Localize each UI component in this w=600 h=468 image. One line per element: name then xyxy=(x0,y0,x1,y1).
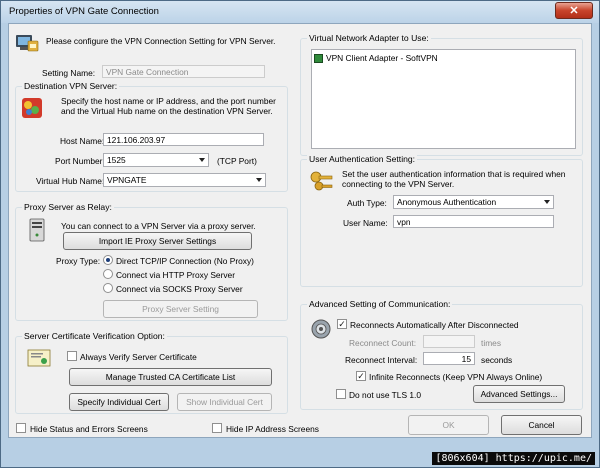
adapter-item-label: VPN Client Adapter - SoftVPN xyxy=(326,53,438,63)
proxy-server-icon xyxy=(28,218,46,242)
intro-text: Please configure the VPN Connection Sett… xyxy=(46,36,276,46)
user-name-input[interactable]: vpn xyxy=(393,215,554,228)
certificate-icon xyxy=(27,349,51,367)
reconnect-interval-input[interactable]: 15 xyxy=(423,352,475,365)
auth-group: User Authentication Setting: Set the use… xyxy=(300,154,583,287)
proxy-http-label: Connect via HTTP Proxy Server xyxy=(116,270,235,280)
auth-description: Set the user authentication information … xyxy=(342,169,566,189)
no-tls-checkbox[interactable] xyxy=(336,389,346,399)
auto-reconnect-label: Reconnects Automatically After Disconnec… xyxy=(350,320,519,330)
auth-type-value: Anonymous Authentication xyxy=(397,197,497,207)
title-bar[interactable]: Properties of VPN Gate Connection ✕ xyxy=(1,1,599,23)
proxy-direct-radio[interactable] xyxy=(103,255,113,265)
certificate-group: Server Certificate Verification Option: … xyxy=(15,331,288,414)
reconnect-interval-value: 15 xyxy=(461,354,471,364)
reconnect-count-label: Reconnect Count: xyxy=(349,338,417,348)
destination-group-title: Destination VPN Server: xyxy=(22,81,120,91)
hide-status-label: Hide Status and Errors Screens xyxy=(30,424,148,434)
infinite-reconnect-checkbox[interactable]: ✓ xyxy=(356,371,366,381)
destination-description: Specify the host name or IP address, and… xyxy=(61,96,276,116)
proxy-type-label: Proxy Type: xyxy=(56,256,101,266)
import-ie-proxy-button[interactable]: Import IE Proxy Server Settings xyxy=(63,232,252,250)
always-verify-label: Always Verify Server Certificate xyxy=(80,352,197,362)
manage-trusted-ca-button[interactable]: Manage Trusted CA Certificate List xyxy=(69,368,272,386)
cancel-button[interactable]: Cancel xyxy=(501,415,582,435)
destination-group: Destination VPN Server: Specify the host… xyxy=(15,81,288,192)
dialog-client-area: Please configure the VPN Connection Sett… xyxy=(8,23,592,438)
advanced-settings-button[interactable]: Advanced Settings... xyxy=(473,385,565,403)
auth-group-title: User Authentication Setting: xyxy=(307,154,418,164)
close-button[interactable]: ✕ xyxy=(555,2,593,19)
server-settings-icon xyxy=(21,97,43,119)
proxy-socks-label: Connect via SOCKS Proxy Server xyxy=(116,284,243,294)
keys-icon xyxy=(309,170,335,194)
proxy-group-title: Proxy Server as Relay: xyxy=(22,202,114,212)
auth-type-label: Auth Type: xyxy=(347,198,387,208)
gear-icon xyxy=(310,318,332,340)
watermark: [806x604] https://upic.me/ xyxy=(432,452,595,465)
virtual-hub-combo[interactable]: VPNGATE xyxy=(103,173,266,187)
reconnect-count-input[interactable] xyxy=(423,335,475,348)
vpn-connection-icon xyxy=(15,32,39,54)
specify-individual-cert-button[interactable]: Specify Individual Cert xyxy=(69,393,169,411)
hide-status-checkbox[interactable] xyxy=(16,423,26,433)
advanced-group-title: Advanced Setting of Communication: xyxy=(307,299,453,309)
proxy-socks-radio[interactable] xyxy=(103,283,113,293)
host-name-label: Host Name: xyxy=(60,136,105,146)
port-hint: (TCP Port) xyxy=(217,156,257,166)
proxy-http-radio[interactable] xyxy=(103,269,113,279)
hide-ip-checkbox[interactable] xyxy=(212,423,222,433)
adapter-group: Virtual Network Adapter to Use: VPN Clie… xyxy=(300,33,583,156)
proxy-server-setting-button[interactable]: Proxy Server Setting xyxy=(103,300,258,318)
no-tls-label: Do not use TLS 1.0 xyxy=(349,390,422,400)
setting-name-field[interactable]: VPN Gate Connection xyxy=(102,65,265,78)
show-individual-cert-button[interactable]: Show Individual Cert xyxy=(177,393,272,411)
host-name-input[interactable]: 121.106.203.97 xyxy=(103,133,264,146)
reconnect-interval-label: Reconnect Interval: xyxy=(345,355,418,365)
proxy-group: Proxy Server as Relay: You can connect t… xyxy=(15,202,288,321)
certificate-group-title: Server Certificate Verification Option: xyxy=(22,331,167,341)
window-title: Properties of VPN Gate Connection xyxy=(9,6,159,17)
proxy-description: You can connect to a VPN Server via a pr… xyxy=(61,221,256,231)
port-number-label: Port Number: xyxy=(55,156,105,166)
auto-reconnect-checkbox[interactable]: ✓ xyxy=(337,319,347,329)
port-number-combo[interactable]: 1525 xyxy=(103,153,209,167)
adapter-list[interactable]: VPN Client Adapter - SoftVPN xyxy=(311,49,576,149)
chevron-down-icon xyxy=(199,158,205,162)
chevron-down-icon xyxy=(256,178,262,182)
hide-ip-label: Hide IP Address Screens xyxy=(226,424,319,434)
setting-name-label: Setting Name: xyxy=(42,68,96,78)
port-number-value: 1525 xyxy=(107,155,126,165)
reconnect-count-unit: times xyxy=(481,338,502,348)
adapter-group-title: Virtual Network Adapter to Use: xyxy=(307,33,431,43)
user-name-label: User Name: xyxy=(343,218,388,228)
virtual-hub-label: Virtual Hub Name: xyxy=(36,176,105,186)
chevron-down-icon xyxy=(544,200,550,204)
reconnect-interval-unit: seconds xyxy=(481,355,513,365)
virtual-hub-value: VPNGATE xyxy=(107,175,147,185)
ok-button[interactable]: OK xyxy=(408,415,489,435)
proxy-direct-label: Direct TCP/IP Connection (No Proxy) xyxy=(116,256,254,266)
advanced-group: Advanced Setting of Communication: ✓ Rec… xyxy=(300,299,583,410)
dialog-window: Properties of VPN Gate Connection ✕ Plea… xyxy=(0,0,600,468)
auth-type-combo[interactable]: Anonymous Authentication xyxy=(393,195,554,209)
infinite-reconnect-label: Infinite Reconnects (Keep VPN Always Onl… xyxy=(369,372,543,382)
always-verify-checkbox[interactable] xyxy=(67,351,77,361)
network-adapter-icon xyxy=(314,54,323,63)
